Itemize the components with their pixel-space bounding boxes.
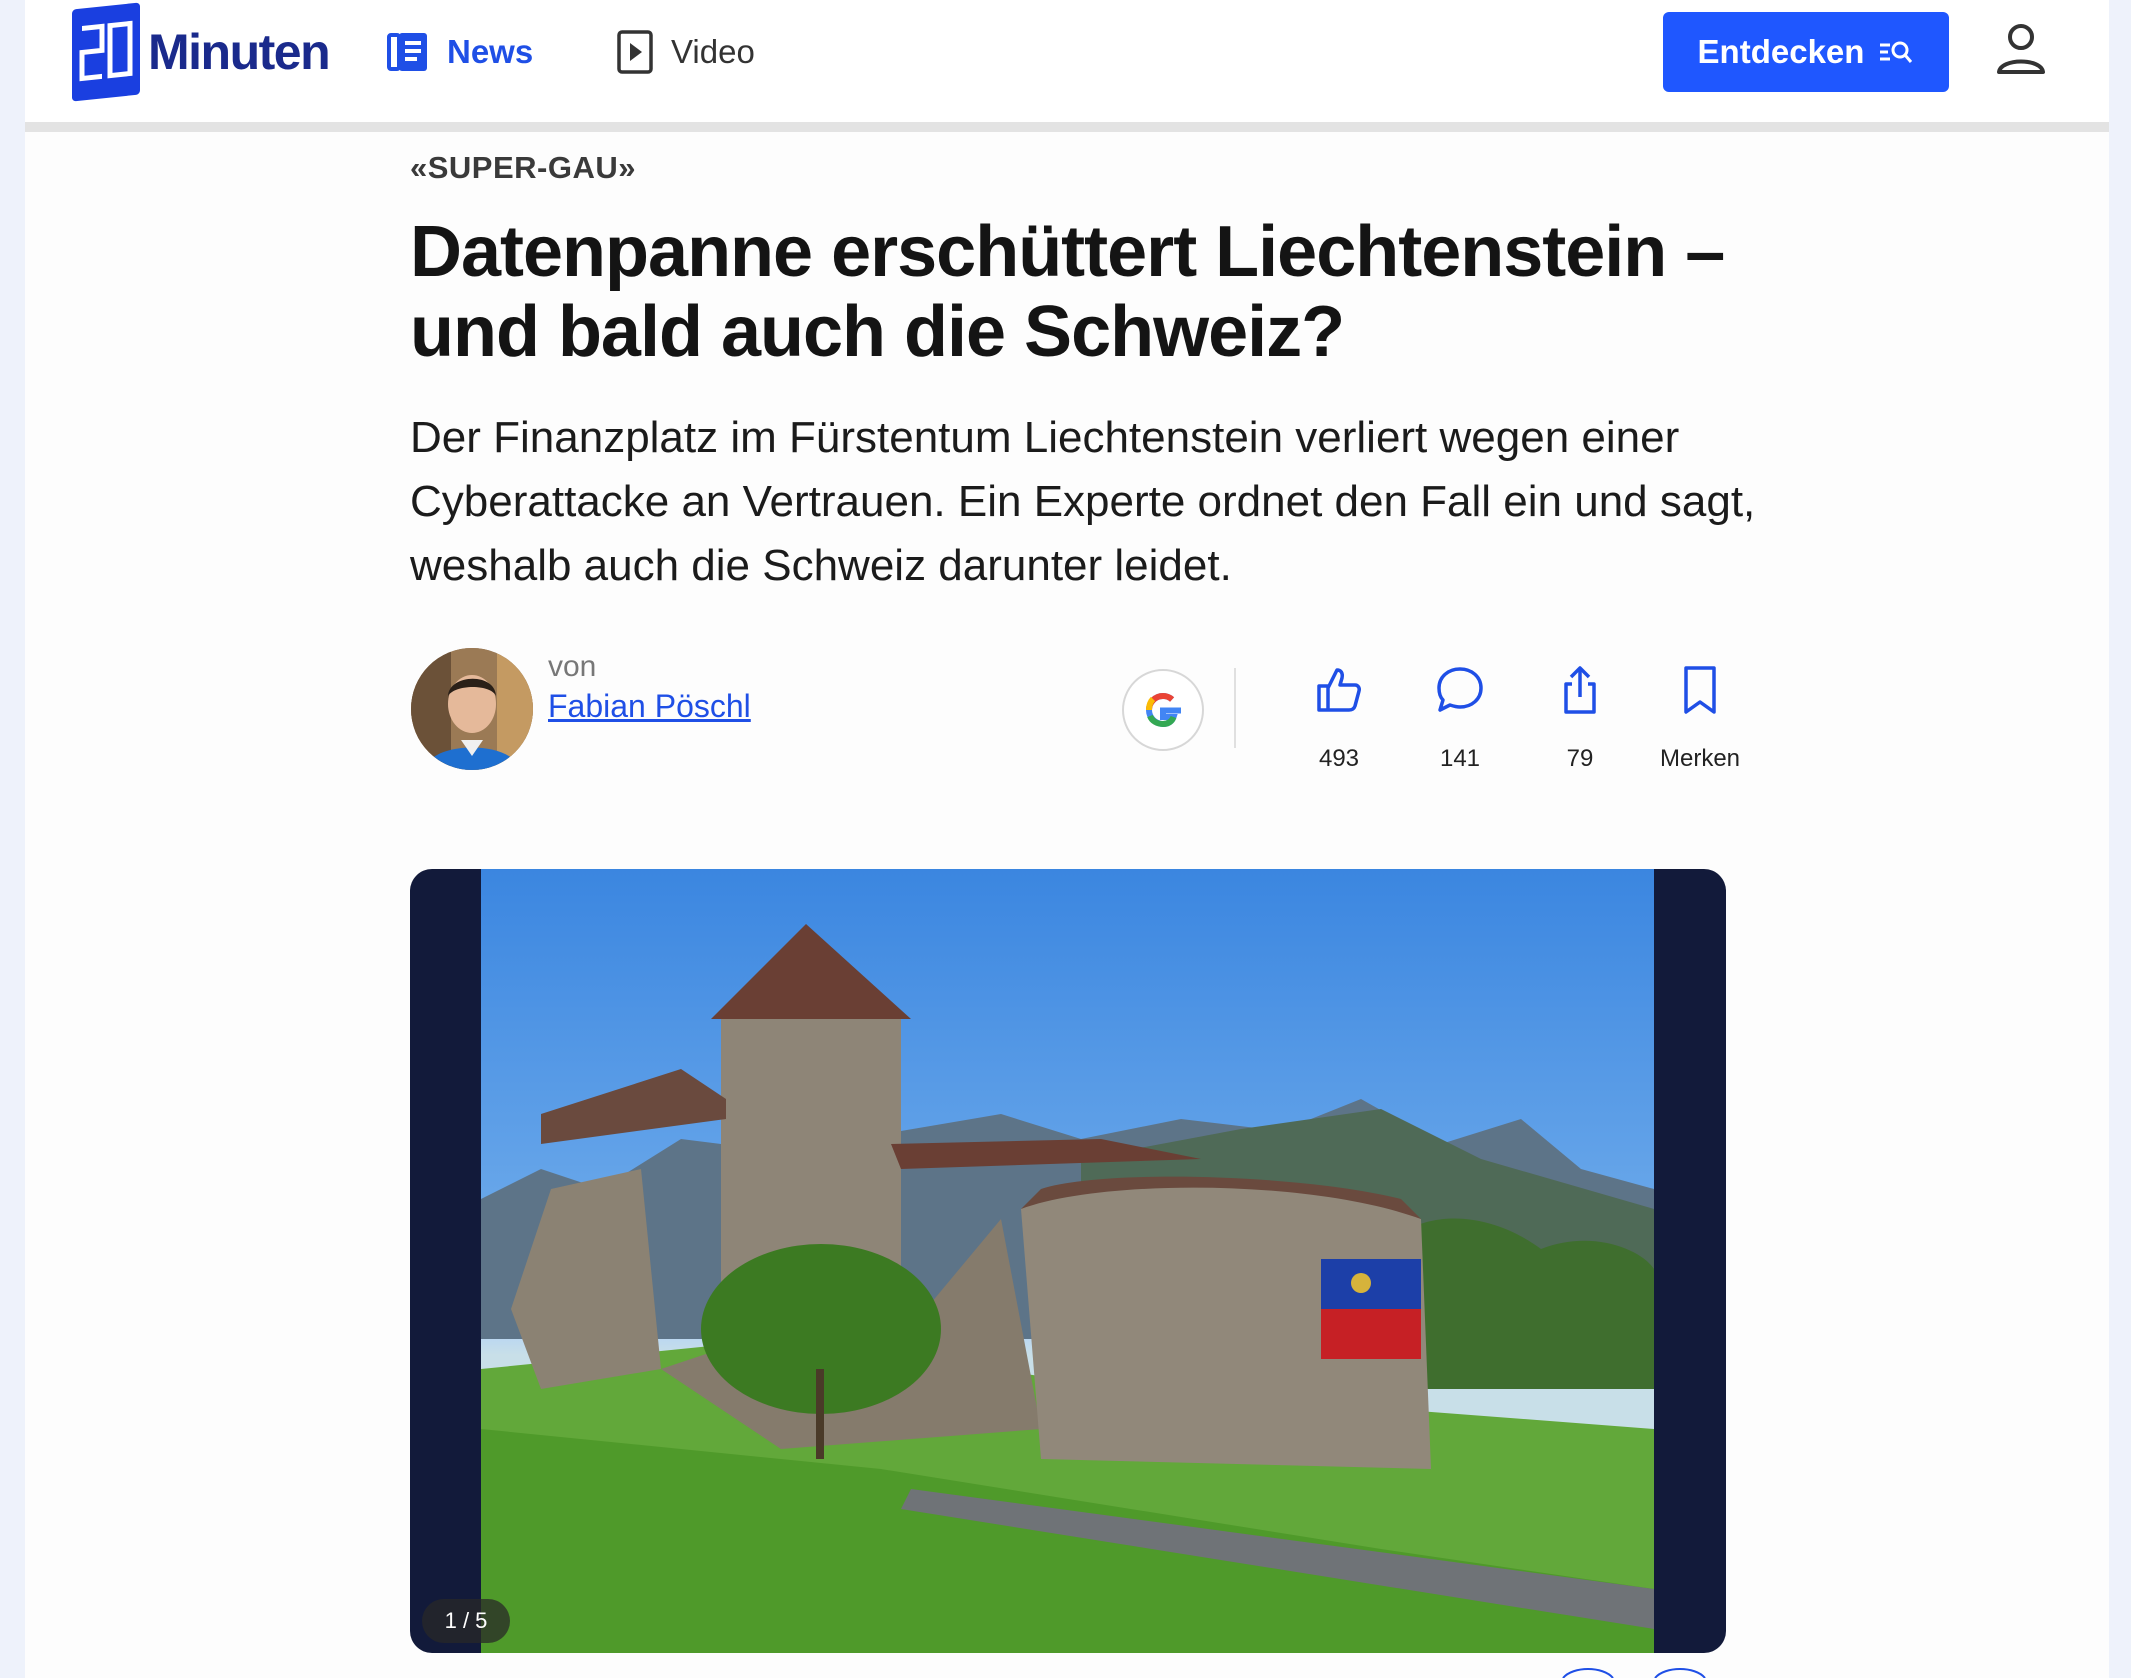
google-icon bbox=[1145, 692, 1181, 728]
byline-prefix: von bbox=[548, 650, 597, 683]
logo-text: Minuten bbox=[148, 24, 331, 80]
user-icon bbox=[1997, 24, 2045, 74]
gallery-nav-hint bbox=[1562, 1668, 1706, 1678]
profile-button[interactable] bbox=[1995, 22, 2047, 83]
like-count: 493 bbox=[1318, 745, 1360, 772]
comment-count: 141 bbox=[1439, 745, 1481, 772]
page: Minuten News Video Entdecken «SUPER-GAU»… bbox=[25, 0, 2109, 1678]
logo-mark bbox=[72, 2, 140, 102]
author-link[interactable]: Fabian Pöschl bbox=[548, 688, 751, 725]
comments-button[interactable]: 141 bbox=[1405, 664, 1515, 773]
gallery-image-vaduz-castle[interactable] bbox=[481, 869, 1654, 1653]
gallery-counter: 1 / 5 bbox=[422, 1599, 510, 1643]
news-icon bbox=[387, 33, 427, 71]
actions-divider bbox=[1234, 668, 1236, 748]
nav-news-label: News bbox=[447, 33, 534, 70]
share-button[interactable]: 79 bbox=[1525, 664, 1635, 773]
bookmark-icon bbox=[1684, 666, 1716, 714]
author-avatar[interactable] bbox=[411, 648, 533, 770]
header-divider bbox=[25, 122, 2109, 132]
bookmark-button[interactable]: Merken bbox=[1645, 664, 1755, 773]
article-headline: Datenpanne erschüttert Liechtenstein – u… bbox=[410, 212, 1725, 372]
share-count: 79 bbox=[1566, 745, 1594, 772]
search-list-icon bbox=[1880, 41, 1913, 63]
nav-video-label: Video bbox=[671, 33, 755, 70]
share-icon bbox=[1564, 666, 1596, 714]
article-kicker: «SUPER-GAU» bbox=[410, 150, 636, 185]
image-gallery[interactable]: 1 / 5 bbox=[410, 869, 1726, 1653]
nav-news[interactable]: News bbox=[385, 22, 533, 82]
article-lead: Der Finanzplatz im Fürstentum Liechtenst… bbox=[410, 413, 1756, 590]
explore-button[interactable]: Entdecken bbox=[1663, 12, 1949, 92]
site-header: Minuten News Video Entdecken bbox=[25, 0, 2109, 122]
google-preferred-source-button[interactable] bbox=[1122, 669, 1204, 751]
nav-video[interactable]: Video bbox=[615, 22, 755, 82]
site-logo[interactable]: Minuten bbox=[72, 2, 331, 102]
thumbs-up-icon bbox=[1317, 668, 1361, 712]
video-icon bbox=[617, 30, 653, 74]
explore-button-label: Entdecken bbox=[1697, 33, 1865, 70]
speech-bubble-icon bbox=[1437, 667, 1483, 712]
like-button[interactable]: 493 bbox=[1284, 664, 1394, 773]
bookmark-label: Merken bbox=[1659, 745, 1741, 772]
